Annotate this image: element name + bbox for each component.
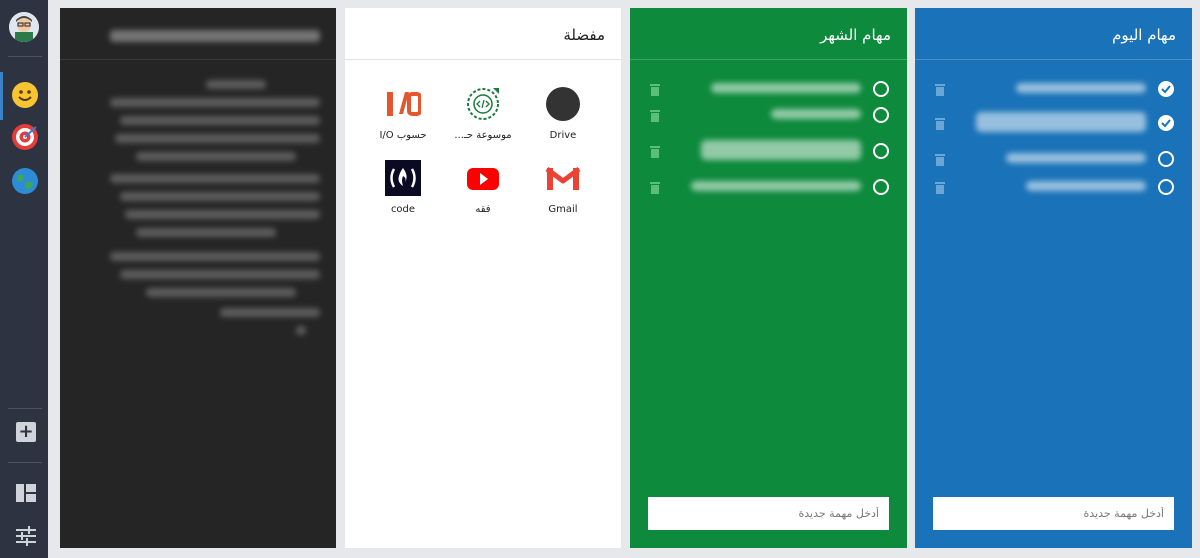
code-ring-icon [465, 86, 501, 122]
sidebar-divider [8, 56, 42, 57]
favorite-label: موسوعة حـ... [454, 130, 512, 141]
favorite-gmail[interactable]: Gmail [523, 160, 603, 215]
card-divider [60, 59, 336, 60]
task-item [646, 140, 891, 162]
task-checkbox[interactable] [873, 143, 889, 159]
today-tasks-card: مهام اليوم [915, 8, 1192, 548]
io-logo-icon [385, 86, 421, 122]
favorite-hsoub-io[interactable]: حسوب I/O [363, 86, 443, 141]
task-checkbox[interactable] [1158, 115, 1174, 131]
task-checkbox[interactable] [1158, 81, 1174, 97]
trash-icon[interactable] [650, 179, 660, 194]
drive-circle-icon [545, 86, 581, 122]
note-line [206, 80, 266, 89]
trash-icon[interactable] [650, 81, 660, 96]
favorite-label: فقه [475, 204, 491, 215]
sidebar: + [0, 0, 48, 558]
card-divider [630, 59, 907, 60]
layout-grid-icon[interactable] [16, 484, 36, 502]
note-line [120, 192, 320, 201]
trash-icon[interactable] [935, 151, 945, 166]
note-line [136, 152, 296, 161]
youtube-icon [465, 160, 501, 196]
trash-icon[interactable] [650, 107, 660, 122]
note-line [296, 326, 306, 335]
task-text-blurred [1006, 153, 1146, 163]
task-item [646, 104, 891, 126]
task-checkbox[interactable] [873, 107, 889, 123]
favorite-label: code [390, 204, 416, 215]
task-text-blurred [1026, 181, 1146, 191]
smile-emoji-icon[interactable] [11, 81, 39, 109]
note-line [136, 228, 276, 237]
globe-icon[interactable] [11, 167, 39, 195]
trash-icon[interactable] [650, 143, 660, 158]
trash-icon[interactable] [935, 115, 945, 130]
task-text-blurred [691, 181, 861, 191]
trash-icon[interactable] [935, 179, 945, 194]
card-divider [915, 59, 1192, 60]
add-icon[interactable]: + [16, 422, 36, 442]
avatar[interactable] [9, 12, 39, 42]
favorite-label: حسوب I/O [379, 130, 427, 141]
favorite-drive[interactable]: Drive [523, 86, 603, 141]
favorite-encyclopedia[interactable]: موسوعة حـ... [443, 86, 523, 141]
task-item [931, 176, 1176, 198]
note-title-blurred [110, 30, 320, 42]
target-icon[interactable] [11, 123, 39, 151]
settings-sliders-icon[interactable] [16, 526, 36, 546]
task-text-blurred [1016, 83, 1146, 93]
task-checkbox[interactable] [873, 179, 889, 195]
favorites-card: مفضلة Drive موسوعة حـ... حسوب I/O Gmail … [345, 8, 621, 548]
note-line [120, 270, 320, 279]
task-text-blurred [771, 109, 861, 119]
task-item [931, 148, 1176, 170]
task-checkbox[interactable] [1158, 151, 1174, 167]
month-tasks-card: مهام الشهر [630, 8, 907, 548]
note-line [110, 252, 320, 261]
card-divider [345, 59, 621, 60]
task-text-blurred [976, 112, 1146, 132]
note-line [115, 134, 320, 143]
sidebar-divider [8, 462, 42, 463]
month-tasks-title: مهام الشهر [820, 26, 891, 44]
favorite-label: Drive [549, 130, 577, 141]
favorite-label: Gmail [548, 204, 578, 215]
note-card[interactable] [60, 8, 336, 548]
task-item [931, 78, 1176, 100]
active-indicator [0, 72, 3, 120]
freecodecamp-icon [385, 160, 421, 196]
sidebar-divider [8, 408, 42, 409]
favorite-fiqh[interactable]: فقه [443, 160, 523, 215]
task-item [931, 112, 1176, 134]
new-task-input[interactable] [933, 497, 1174, 530]
today-tasks-title: مهام اليوم [1112, 26, 1176, 44]
task-text-blurred [711, 83, 861, 93]
note-line [125, 210, 320, 219]
new-task-input[interactable] [648, 497, 889, 530]
favorites-title: مفضلة [563, 26, 605, 44]
trash-icon[interactable] [935, 81, 945, 96]
note-line [146, 288, 296, 297]
task-item [646, 78, 891, 100]
task-checkbox[interactable] [873, 81, 889, 97]
task-checkbox[interactable] [1158, 179, 1174, 195]
task-text-blurred [701, 140, 861, 160]
favorite-code[interactable]: code [363, 160, 443, 215]
gmail-icon [545, 160, 581, 196]
task-item [646, 176, 891, 198]
note-line [220, 308, 320, 317]
note-line [110, 98, 320, 107]
note-line [110, 174, 320, 183]
note-line [120, 116, 320, 125]
